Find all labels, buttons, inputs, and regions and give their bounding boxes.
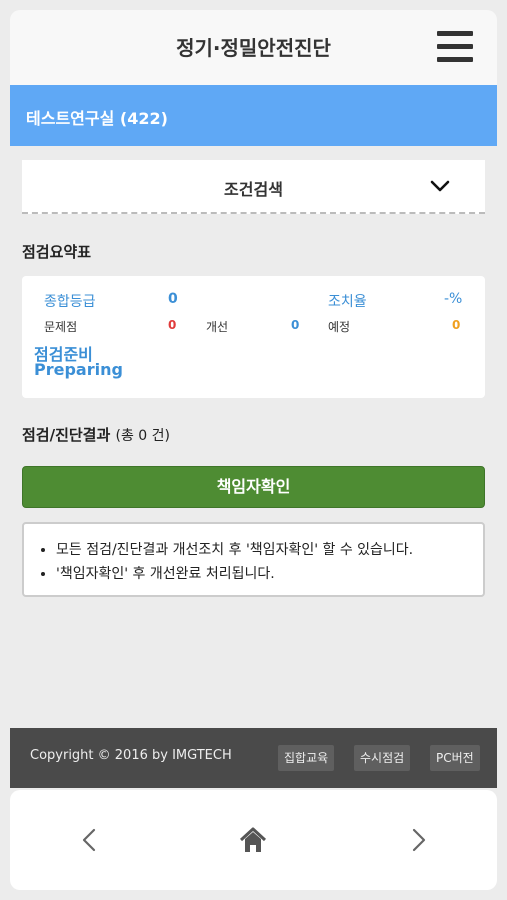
lab-bar: 테스트연구실 (422) [10, 85, 497, 146]
notice-list: 모든 점검/진단결과 개선조치 후 '책임자확인' 할 수 있습니다. '책임자… [24, 524, 483, 586]
planned-label: 예정 [328, 320, 351, 334]
home-icon[interactable] [233, 820, 273, 860]
notice-item: 모든 점검/진단결과 개선조치 후 '책임자확인' 할 수 있습니다. [56, 538, 483, 562]
chevron-right-icon[interactable] [398, 820, 438, 860]
lab-name: 테스트연구실 (422) [26, 109, 168, 128]
summary-section-title: 점검요약표 [22, 243, 92, 261]
copyright-text: Copyright © 2016 by IMGTECH [30, 748, 232, 763]
browser-navbar [10, 790, 497, 890]
hamburger-icon[interactable] [437, 31, 473, 63]
condition-search-toggle[interactable]: 조건검색 [22, 160, 485, 214]
hamburger-line [437, 44, 473, 49]
chevron-down-icon [430, 180, 450, 192]
summary-card: 종합등급 0 조치율 -% 문제점 0 개선 0 예정 0 [22, 276, 485, 398]
improve-value: 0 [291, 318, 300, 332]
pc-version-link[interactable]: PC버전 [430, 745, 480, 771]
planned-value: 0 [452, 318, 461, 332]
action-rate-value: -% [444, 291, 463, 307]
hamburger-line [437, 57, 473, 62]
overall-grade-label: 종합등급 [44, 294, 96, 310]
improve-label: 개선 [206, 320, 229, 334]
action-rate-label: 조치율 [328, 294, 367, 310]
group-education-link[interactable]: 집합교육 [278, 745, 335, 771]
overall-grade-value: 0 [168, 291, 178, 307]
adhoc-inspection-link[interactable]: 수시점검 [354, 745, 411, 771]
chevron-left-icon[interactable] [70, 820, 110, 860]
app-header: 정기·정밀안전진단 [10, 10, 497, 85]
issues-label: 문제점 [44, 320, 78, 334]
notice-box: 모든 점검/진단결과 개선조치 후 '책임자확인' 할 수 있습니다. '책임자… [22, 522, 485, 597]
condition-search-label: 조건검색 [224, 180, 283, 199]
footer: Copyright © 2016 by IMGTECH 집합교육 수시점검 PC… [10, 728, 497, 788]
notice-item: '책임자확인' 후 개선완료 처리됩니다. [56, 562, 483, 586]
results-count: (총 0 건) [115, 428, 171, 444]
page-title: 정기·정밀안전진단 [176, 36, 331, 60]
results-section-title: 점검/진단결과 (총 0 건) [22, 424, 170, 445]
hamburger-line [437, 31, 473, 36]
results-title: 점검/진단결과 [22, 426, 111, 444]
inspection-status-en: Preparing [34, 360, 123, 379]
manager-confirm-button[interactable]: 책임자확인 [22, 466, 485, 508]
phone-screen: 정기·정밀안전진단 테스트연구실 (422) 조건검색 점검요약표 종합등급 0… [10, 10, 497, 890]
issues-value: 0 [168, 318, 177, 332]
